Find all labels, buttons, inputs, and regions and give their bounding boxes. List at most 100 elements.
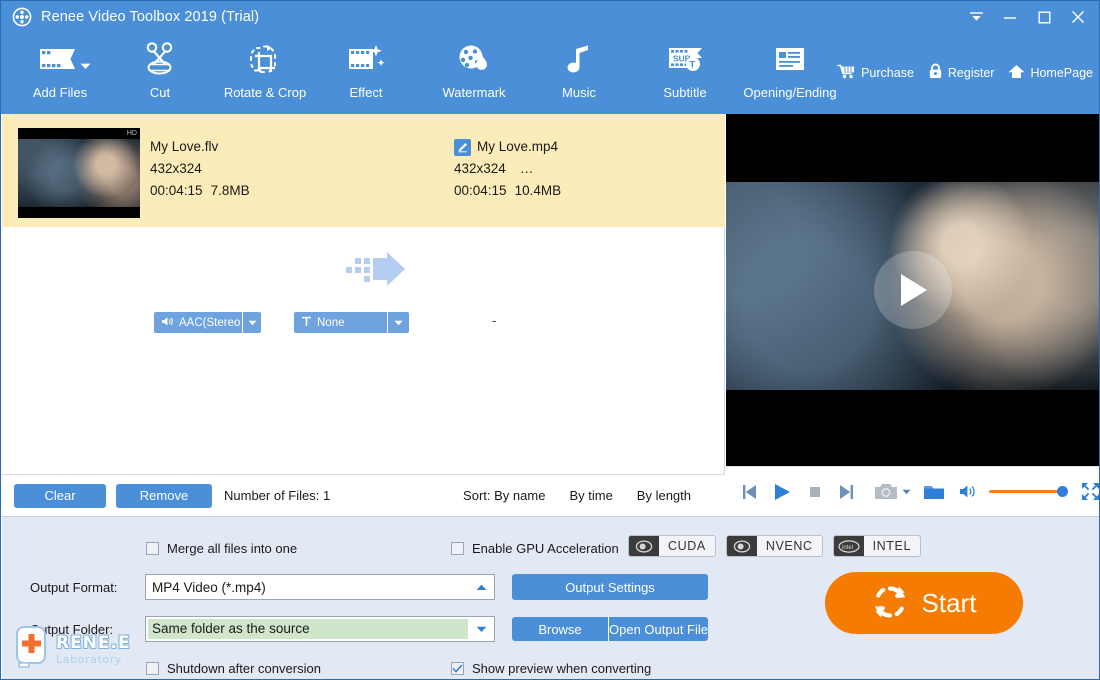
clear-button[interactable]: Clear [14, 483, 106, 508]
toolbar-label-subtitle: Subtitle [663, 85, 707, 100]
subtitle-track-dropdown[interactable]: None [294, 312, 409, 333]
sort-by-time[interactable]: By time [569, 488, 612, 503]
subtitle-icon: SUB T [664, 37, 706, 81]
home-icon [1008, 64, 1025, 82]
refresh-circle-icon [872, 584, 908, 623]
toolbar-label-cut: Cut [149, 85, 171, 100]
toolbar-label-rotate-crop: Rotate & Crop [223, 85, 307, 100]
show-preview-label: Show preview when converting [472, 661, 652, 676]
toolbar-item-opening-ending[interactable]: Opening/Ending [735, 37, 845, 100]
video-thumbnail[interactable]: HD [18, 128, 140, 218]
file-list-footer: Clear Remove Number of Files: 1 Sort: By… [2, 474, 725, 516]
shutdown-label: Shutdown after conversion [167, 661, 321, 676]
video-preview[interactable] [726, 114, 1099, 466]
output-settings-button[interactable]: Output Settings [512, 574, 708, 600]
chevron-down-icon[interactable] [80, 57, 91, 75]
open-output-file-button[interactable]: Open Output File [608, 617, 708, 641]
purchase-link[interactable]: Purchase [837, 64, 914, 82]
browse-button[interactable]: Browse [512, 617, 608, 641]
sort-label: Sort: By name [463, 488, 545, 503]
speaker-icon[interactable] [959, 484, 977, 499]
opening-ending-icon [773, 37, 807, 81]
output-filename: My Love.mp4 [477, 139, 559, 154]
chevron-down-icon[interactable] [243, 312, 261, 333]
play-circle-icon[interactable] [874, 251, 952, 329]
volume-slider-knob[interactable] [1057, 486, 1068, 497]
source-file-info: My Love.flv 432x324 00:04:15 7.8MB [150, 136, 250, 202]
svg-text:T: T [689, 60, 695, 71]
output-more-ellipsis[interactable]: … [520, 158, 534, 180]
shutdown-checkbox[interactable] [146, 662, 159, 675]
edit-pencil-icon[interactable] [454, 138, 471, 156]
gpu-badge-nvenc[interactable]: NVENC [725, 535, 823, 557]
stop-icon[interactable] [808, 485, 822, 499]
show-preview-checkbox-row[interactable]: Show preview when converting [451, 661, 651, 676]
merge-files-checkbox-row[interactable]: Merge all files into one [146, 541, 297, 556]
caret-down-icon[interactable] [468, 626, 494, 633]
start-button-label: Start [921, 587, 977, 618]
main-toolbar: Add Files Cut Rotate & Crop Effect Water… [1, 37, 1099, 114]
merge-files-checkbox[interactable] [146, 542, 159, 555]
remove-button[interactable]: Remove [116, 483, 212, 508]
play-icon[interactable] [772, 482, 792, 502]
cart-icon [837, 64, 856, 82]
file-list: HD My Love.flv 432x324 00:04:15 7.8MB My… [2, 114, 725, 474]
scissors-icon [140, 37, 180, 81]
gpu-accel-checkbox-row[interactable]: Enable GPU Acceleration [451, 541, 619, 556]
skip-previous-icon[interactable] [740, 483, 758, 501]
gpu-badge-cuda[interactable]: CUDA [628, 535, 716, 557]
film-reel-icon [11, 6, 33, 28]
toolbar-item-music[interactable]: Music [524, 37, 634, 100]
toolbar-item-cut[interactable]: Cut [105, 37, 215, 100]
minimize-button[interactable] [993, 3, 1027, 31]
output-duration: 00:04:15 [454, 183, 507, 198]
app-title: Renee Video Toolbox 2019 (Trial) [41, 9, 260, 25]
app-header: Renee Video Toolbox 2019 (Trial) Add Fil… [1, 1, 1099, 114]
sort-controls: Sort: By name By time By length [463, 488, 691, 503]
sort-by-name[interactable]: By name [494, 488, 545, 503]
gpu-badge-intel[interactable]: intel INTEL [832, 535, 922, 557]
collapse-button[interactable] [959, 3, 993, 31]
maximize-button[interactable] [1027, 3, 1061, 31]
fullscreen-icon[interactable] [1081, 482, 1099, 501]
speaker-icon [161, 316, 174, 330]
show-preview-checkbox[interactable] [451, 662, 464, 675]
homepage-link[interactable]: HomePage [1008, 64, 1093, 82]
output-format-combo[interactable]: MP4 Video (*.mp4) [145, 574, 495, 600]
register-link[interactable]: Register [928, 63, 995, 82]
audio-track-label: AAC(Stereo 4 [179, 316, 244, 329]
file-list-row[interactable]: HD My Love.flv 432x324 00:04:15 7.8MB My… [2, 114, 725, 333]
chevron-down-icon[interactable] [388, 312, 409, 333]
text-t-icon [301, 316, 312, 330]
toolbar-item-add-files[interactable]: Add Files [5, 37, 115, 100]
toolbar-item-watermark[interactable]: Watermark [419, 37, 529, 100]
source-resolution: 432x324 [150, 161, 202, 176]
start-button[interactable]: Start [825, 572, 1023, 634]
effect-icon [345, 37, 387, 81]
gpu-accel-label: Enable GPU Acceleration [472, 541, 619, 556]
nvidia-eye-icon [629, 536, 659, 556]
toolbar-item-effect[interactable]: Effect [311, 37, 421, 100]
camera-icon[interactable] [874, 482, 898, 501]
register-label: Register [947, 65, 995, 80]
toolbar-item-subtitle[interactable]: SUB T Subtitle [630, 37, 740, 100]
toolbar-label-add-files: Add Files [32, 85, 88, 100]
gpu-accel-checkbox[interactable] [451, 542, 464, 555]
caret-up-icon[interactable] [468, 584, 494, 591]
output-folder-value: Same folder as the source [148, 619, 468, 639]
audio-track-dropdown[interactable]: AAC(Stereo 4 [154, 312, 261, 333]
folder-icon[interactable] [923, 483, 945, 501]
sort-by-length[interactable]: By length [637, 488, 691, 503]
nvidia-eye-icon [726, 536, 757, 556]
row-status-dash: - [492, 313, 497, 328]
output-folder-combo[interactable]: Same folder as the source [145, 616, 495, 642]
toolbar-label-effect: Effect [349, 85, 383, 100]
shutdown-checkbox-row[interactable]: Shutdown after conversion [146, 661, 321, 676]
caret-down-icon[interactable] [902, 489, 911, 495]
source-size: 7.8MB [210, 183, 250, 198]
merge-files-label: Merge all files into one [167, 541, 298, 556]
toolbar-item-rotate-crop[interactable]: Rotate & Crop [210, 37, 320, 100]
skip-next-icon[interactable] [838, 483, 856, 501]
volume-slider[interactable] [989, 486, 1068, 497]
close-button[interactable] [1061, 3, 1095, 31]
